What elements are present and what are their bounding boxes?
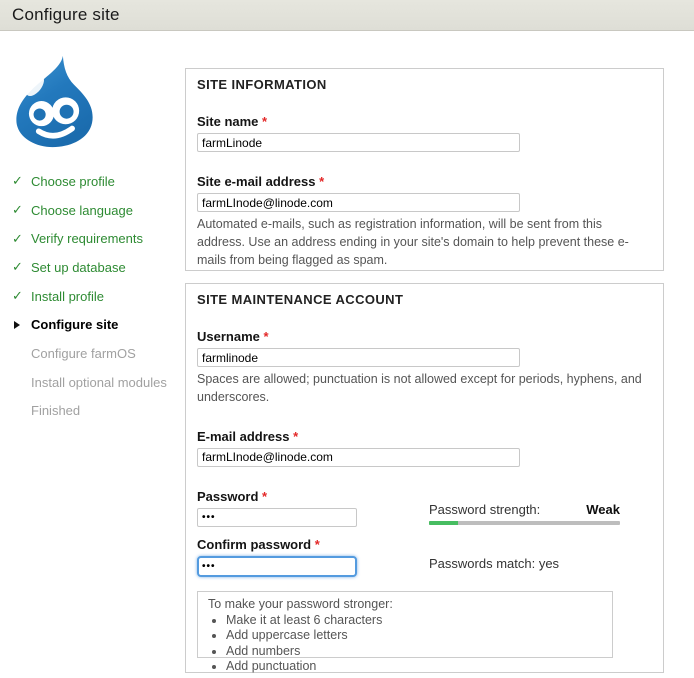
install-step-label: Configure farmOS	[31, 346, 136, 361]
install-step-label: Set up database	[31, 260, 126, 275]
password-feedback: Password strength: Weak Passwords match:…	[429, 489, 620, 577]
install-step-verify-requirements: ✓ Verify requirements	[12, 224, 184, 253]
install-step-label: Finished	[31, 403, 80, 418]
password-strength-fill	[429, 521, 458, 525]
checkmark-icon: ✓	[12, 261, 23, 274]
checkmark-icon: ✓	[12, 232, 23, 245]
site-name-field: Site name *	[197, 114, 652, 152]
checkmark-icon: ✓	[12, 289, 23, 302]
main-content: SITE INFORMATION Site name * Site e-mail…	[185, 68, 664, 673]
account-email-input[interactable]	[197, 448, 520, 467]
maintenance-account-legend: SITE MAINTENANCE ACCOUNT	[197, 292, 652, 307]
passwords-match-text: Passwords match: yes	[429, 556, 620, 571]
required-marker: *	[262, 114, 267, 129]
password-strength-level: Weak	[586, 502, 620, 517]
username-description: Spaces are allowed; punctuation is not a…	[197, 371, 652, 407]
arrow-right-icon	[14, 321, 20, 329]
required-marker: *	[264, 329, 269, 344]
site-email-input[interactable]	[197, 193, 520, 212]
password-tips-list: Make it at least 6 charactersAdd upperca…	[208, 613, 602, 674]
password-input[interactable]	[197, 508, 357, 527]
maintenance-account-section: SITE MAINTENANCE ACCOUNT Username * Spac…	[185, 283, 664, 673]
site-email-label: Site e-mail address *	[197, 174, 652, 189]
install-steps-list: ✓ Choose profile ✓ Choose language ✓ Verify r…	[12, 167, 184, 425]
install-step-label: Install optional modules	[31, 375, 167, 390]
site-information-section: SITE INFORMATION Site name * Site e-mail…	[185, 68, 664, 271]
account-email-field: E-mail address *	[197, 429, 652, 467]
password-strength-header: Password strength: Weak	[429, 502, 620, 517]
password-fields: Password * Confirm password *	[197, 489, 429, 577]
install-step-install-profile: ✓ Install profile	[12, 282, 184, 311]
password-row: Password * Confirm password * Password s…	[197, 489, 652, 577]
install-step-label: Choose language	[31, 203, 133, 218]
site-email-field: Site e-mail address * Automated e-mails,…	[197, 174, 652, 269]
install-step-label: Choose profile	[31, 174, 115, 189]
install-step-choose-language: ✓ Choose language	[12, 196, 184, 225]
site-information-legend: SITE INFORMATION	[197, 77, 652, 92]
checkmark-icon: ✓	[12, 203, 23, 216]
password-label: Password *	[197, 489, 429, 504]
install-step-configure-farmos: Configure farmOS	[12, 339, 184, 368]
install-step-label: Configure site	[31, 317, 118, 332]
site-name-label: Site name *	[197, 114, 652, 129]
required-marker: *	[262, 489, 267, 504]
required-marker: *	[319, 174, 324, 189]
install-step-install-optional-modules: Install optional modules	[12, 368, 184, 397]
password-strength-bar	[429, 521, 620, 525]
checkmark-icon: ✓	[12, 175, 23, 188]
password-tip-item: Add numbers	[226, 644, 602, 658]
username-input[interactable]	[197, 348, 520, 367]
install-step-set-up-database: ✓ Set up database	[12, 253, 184, 282]
site-email-description: Automated e-mails, such as registration …	[197, 216, 652, 269]
required-marker: *	[293, 429, 298, 444]
username-label: Username *	[197, 329, 652, 344]
page-title: Configure site	[0, 0, 694, 30]
install-step-label: Verify requirements	[31, 231, 143, 246]
install-step-label: Install profile	[31, 289, 104, 304]
install-step-choose-profile: ✓ Choose profile	[12, 167, 184, 196]
install-step-configure-site: Configure site	[12, 310, 184, 339]
password-tips-box: To make your password stronger: Make it …	[197, 591, 613, 658]
password-tip-item: Add uppercase letters	[226, 628, 602, 642]
required-marker: *	[315, 537, 320, 552]
drupal-install-page: Configure site ✓ Choose profile ✓ Choose la…	[0, 0, 694, 678]
password-strength-label: Password strength:	[429, 502, 540, 517]
confirm-password-field: Confirm password *	[197, 537, 429, 577]
install-step-finished: Finished	[12, 397, 184, 426]
password-tip-item: Add punctuation	[226, 659, 602, 673]
confirm-password-input[interactable]	[197, 556, 357, 577]
drupal-logo-icon	[8, 55, 101, 148]
site-name-input[interactable]	[197, 133, 520, 152]
username-field: Username * Spaces are allowed; punctuati…	[197, 329, 652, 407]
password-tips-title: To make your password stronger:	[208, 597, 602, 611]
confirm-password-label: Confirm password *	[197, 537, 429, 552]
page-header: Configure site	[0, 0, 694, 31]
password-tip-item: Make it at least 6 characters	[226, 613, 602, 627]
account-email-label: E-mail address *	[197, 429, 652, 444]
